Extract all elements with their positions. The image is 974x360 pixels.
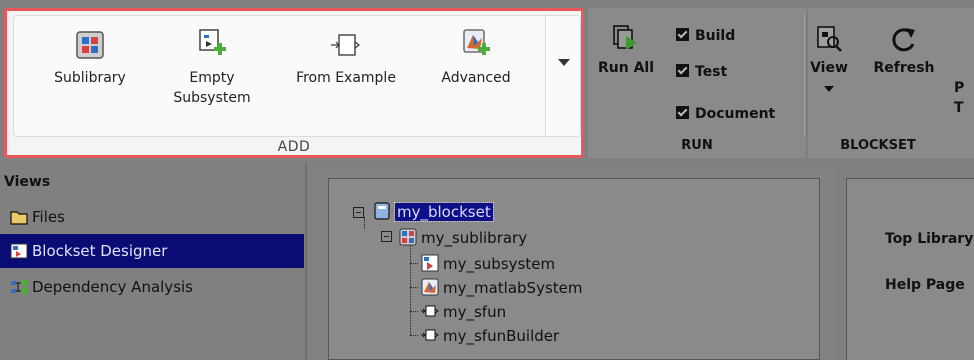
section-divider xyxy=(804,14,805,136)
dependency-icon xyxy=(11,280,27,294)
run-section: Run All Build Test Document RUN xyxy=(588,8,806,158)
blockset-tree: my_blockset my_sublibrary my_subsystem m… xyxy=(328,178,820,360)
panel-divider[interactable] xyxy=(305,164,307,360)
run-all-label: Run All xyxy=(597,60,655,76)
view-item-label: Blockset Designer xyxy=(32,242,168,260)
tree-node-blockset[interactable]: my_blockset xyxy=(373,201,494,223)
advanced-label: Advanced xyxy=(441,70,511,86)
refresh-icon xyxy=(892,28,915,52)
build-checkbox[interactable]: Build xyxy=(676,28,735,44)
refresh-button[interactable]: Refresh xyxy=(868,24,940,78)
run-all-icon xyxy=(613,25,637,50)
add-section-highlighted: Sublibrary Empty Subsystem From Example … xyxy=(4,8,584,158)
view-icon xyxy=(817,26,842,52)
build-label: Build xyxy=(695,28,736,44)
view-label: View xyxy=(810,60,848,76)
truncated-label-2: T xyxy=(954,100,964,116)
tree-node-label: my_sfunBuilder xyxy=(443,327,560,345)
sublibrary-label: Sublibrary xyxy=(54,70,126,86)
truncated-label-1: P xyxy=(954,80,965,96)
views-panel: Views Files Blockset Designer Dependency… xyxy=(0,164,305,360)
document-checkbox[interactable]: Document xyxy=(676,106,775,122)
help-page-label: Help Page xyxy=(885,277,965,293)
sublibrary-icon xyxy=(399,228,417,246)
advanced-icon xyxy=(463,29,490,55)
tree-connector xyxy=(410,287,418,288)
gallery-more-button[interactable] xyxy=(545,15,581,137)
sublibrary-icon xyxy=(76,31,104,59)
matlab-system-icon xyxy=(421,278,439,296)
tree-node-label: my_sublibrary xyxy=(421,229,528,247)
blockset-section: View Refresh P T BLOCKSET xyxy=(808,8,974,158)
from-example-icon xyxy=(331,34,360,56)
view-button[interactable]: View xyxy=(808,24,850,98)
from-example-label: From Example xyxy=(296,70,396,86)
collapse-sublibrary-toggle[interactable] xyxy=(381,231,392,242)
checkbox-checked-icon xyxy=(676,106,689,119)
subsystem-icon xyxy=(421,254,439,272)
from-example-button[interactable]: From Example xyxy=(286,28,406,88)
tree-node-matlab-system[interactable]: my_matlabSystem xyxy=(421,277,583,299)
add-section-caption: ADD xyxy=(277,139,311,155)
blockset-designer-icon xyxy=(10,243,28,259)
blockset-icon xyxy=(374,202,390,220)
tree-node-sublibrary[interactable]: my_sublibrary xyxy=(399,227,527,249)
folder-icon xyxy=(10,211,28,225)
blockset-section-caption: BLOCKSET xyxy=(840,138,916,153)
collapse-blockset-toggle[interactable] xyxy=(353,207,364,218)
tree-node-subsystem[interactable]: my_subsystem xyxy=(421,253,555,275)
document-label: Document xyxy=(695,106,776,122)
view-item-label: Dependency Analysis xyxy=(32,278,193,296)
chevron-down-icon xyxy=(558,59,570,66)
empty-subsystem-icon xyxy=(199,29,226,55)
advanced-button[interactable]: Advanced xyxy=(426,28,526,88)
views-title: Views xyxy=(4,174,51,190)
checkbox-checked-icon xyxy=(676,64,689,77)
checkbox-checked-icon xyxy=(676,28,689,41)
empty-subsystem-label-1: Empty xyxy=(189,70,235,86)
tree-connector xyxy=(364,217,365,229)
toolstrip: Sublibrary Empty Subsystem From Example … xyxy=(0,0,974,158)
sfunction-icon xyxy=(421,305,439,317)
add-gallery: Sublibrary Empty Subsystem From Example … xyxy=(13,15,581,137)
empty-subsystem-label-2: Subsystem xyxy=(173,90,251,106)
top-library-label: Top Library xyxy=(885,231,974,247)
view-item-dependency-analysis[interactable]: Dependency Analysis xyxy=(0,270,304,304)
truncated-button[interactable]: P T xyxy=(954,78,974,118)
sfunction-icon xyxy=(421,329,439,341)
refresh-label: Refresh xyxy=(873,60,935,76)
tree-connector xyxy=(410,311,418,312)
tree-node-sfun[interactable]: my_sfun xyxy=(421,301,506,323)
test-label: Test xyxy=(695,64,728,80)
chevron-down-icon xyxy=(824,86,834,92)
tree-node-label: my_subsystem xyxy=(443,255,556,273)
tree-node-label: my_blockset xyxy=(394,202,494,222)
view-item-label: Files xyxy=(32,208,65,226)
tree-connector xyxy=(410,243,411,335)
tree-node-label: my_matlabSystem xyxy=(443,279,583,297)
empty-subsystem-button[interactable]: Empty Subsystem xyxy=(162,28,262,108)
run-section-caption: RUN xyxy=(681,138,713,153)
tree-node-label: my_sfun xyxy=(443,303,507,321)
test-checkbox[interactable]: Test xyxy=(676,64,727,80)
sublibrary-button[interactable]: Sublibrary xyxy=(42,28,138,88)
run-all-button[interactable]: Run All xyxy=(594,24,658,78)
view-item-files[interactable]: Files xyxy=(0,200,304,234)
view-item-blockset-designer[interactable]: Blockset Designer xyxy=(0,234,304,268)
tree-node-sfun-builder[interactable]: my_sfunBuilder xyxy=(421,325,559,347)
tree-connector xyxy=(410,335,418,336)
tree-connector xyxy=(410,263,418,264)
properties-panel: Top Library Help Page xyxy=(846,178,974,360)
